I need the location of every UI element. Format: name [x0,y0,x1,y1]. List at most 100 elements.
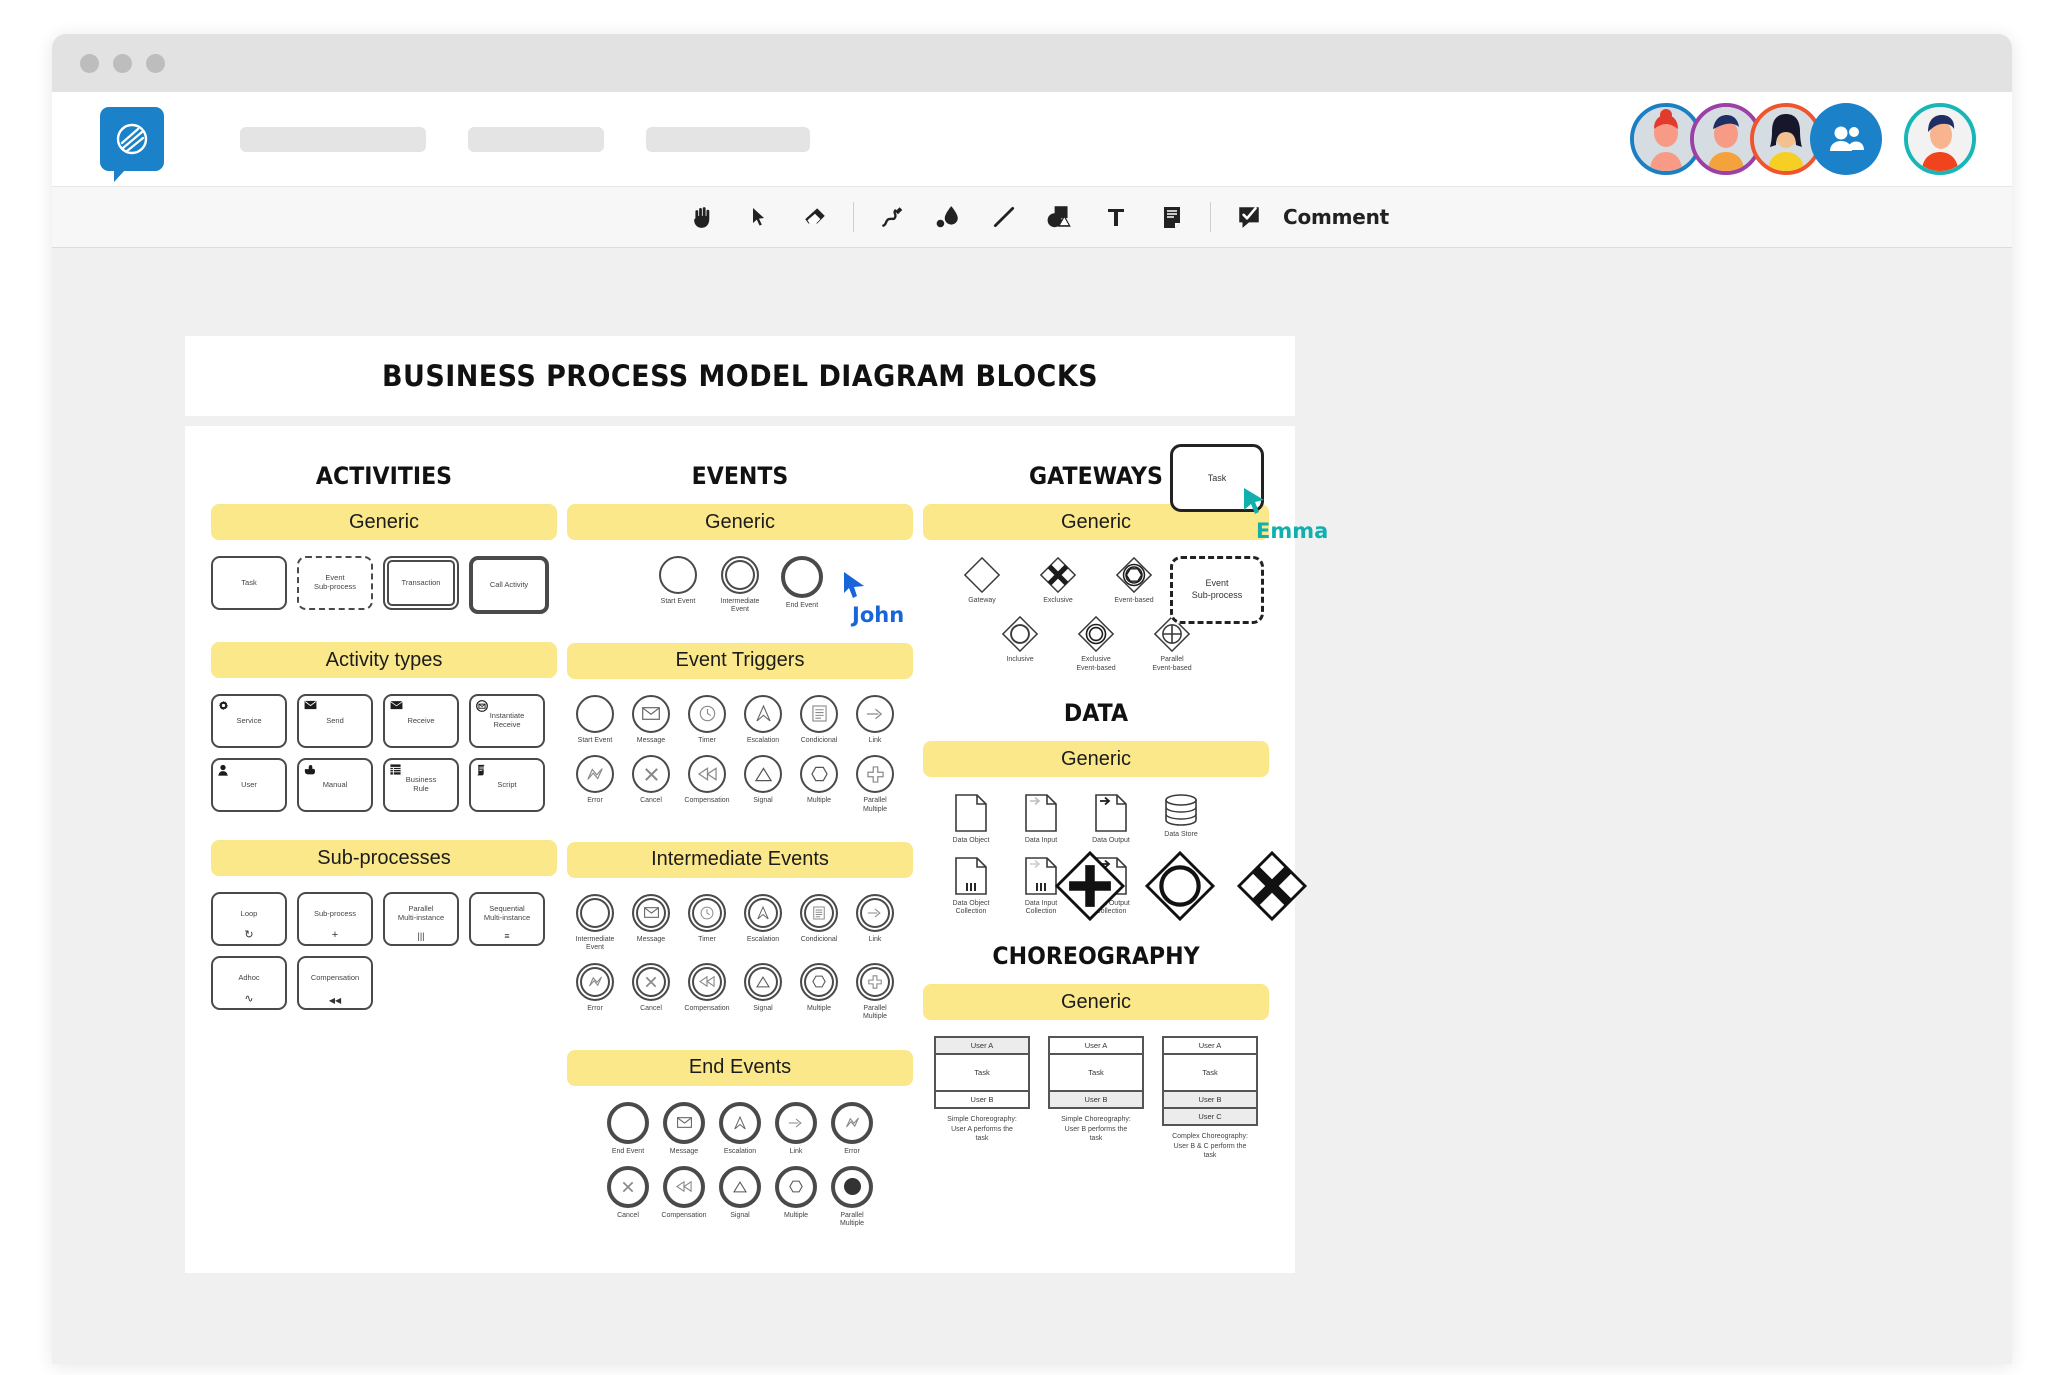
trigger-parallel-multiple[interactable]: Parallel Multiple [847,755,903,814]
intermediate-error[interactable]: Error [567,962,623,1022]
canvas-event-subprocess-shape[interactable]: Event Sub-process [1170,556,1264,624]
trigger-signal[interactable]: Signal [735,755,791,814]
note-tool[interactable] [1144,195,1200,239]
intermediate-parallel-multiple[interactable]: Parallel Multiple [847,962,903,1022]
eraser-tool[interactable] [787,195,843,239]
trigger-compensation[interactable]: Compensation [679,755,735,814]
shape-user-task[interactable]: User [211,758,287,812]
gateway-generic[interactable]: Gateway [946,556,1018,605]
canvas-exclusive-gateway[interactable] [1234,848,1310,929]
toolbar-separator [852,202,854,232]
shape-label: Business Rule [405,775,437,793]
comment-label[interactable]: Comment [1283,205,1389,229]
trigger-start-event[interactable]: Start Event [567,694,623,745]
end-event[interactable]: End Event [600,1101,656,1156]
data-output[interactable]: Data Output [1077,793,1145,845]
shape-compensation[interactable]: Compensation ◀◀ [297,956,373,1010]
shape-subprocess[interactable]: Sub-process + [297,892,373,946]
trigger-cancel[interactable]: Cancel [623,755,679,814]
intermediate-conditional[interactable]: Condicional [791,893,847,953]
marker-icon [936,206,958,228]
nav-placeholder-1[interactable] [240,126,426,152]
shape-business-rule-task[interactable]: Business Rule [383,758,459,812]
shapes-tool[interactable] [1032,195,1088,239]
intermediate-multiple[interactable]: Multiple [791,962,847,1022]
intermediate-signal[interactable]: Signal [735,962,791,1022]
current-user-avatar[interactable] [1904,103,1976,175]
select-tool[interactable] [731,195,787,239]
gateway-exclusive-event-based[interactable]: Exclusive Event-based [1060,615,1132,673]
nav-placeholder-3[interactable] [646,126,810,152]
bpmn-poster[interactable]: BUSINESS PROCESS MODEL DIAGRAM BLOCKS AC… [185,336,1295,1273]
shape-sequential-multi-instance[interactable]: Sequential Multi-instance ≡ [469,892,545,946]
end-escalation[interactable]: Escalation [712,1101,768,1156]
choreography-item[interactable]: User A Task User B Simple Choreography: U… [1042,1036,1150,1160]
end-cancel[interactable]: Cancel [600,1165,656,1229]
choreography-item[interactable]: User A Task User B Simple Choreography: U… [928,1036,1036,1160]
data-store[interactable]: Data Store [1147,793,1215,845]
shape-manual-task[interactable]: Manual [297,758,373,812]
data-input[interactable]: Data Input [1007,793,1075,845]
data-object-collection[interactable]: Data Object Collection [937,856,1005,917]
end-multiple[interactable]: Multiple [768,1165,824,1229]
marker-tool[interactable] [920,195,976,239]
event-end[interactable]: End Event [774,556,830,615]
intermediate-event[interactable]: Intermediate Event [567,893,623,953]
add-people-button[interactable] [1810,103,1882,175]
trigger-timer[interactable]: Timer [679,694,735,745]
shape-transaction[interactable]: Transaction [383,556,459,610]
end-signal[interactable]: Signal [712,1165,768,1229]
shape-task[interactable]: Task [211,556,287,610]
canvas-parallel-gateway[interactable] [1052,848,1128,929]
gateway-inclusive[interactable]: Inclusive [984,615,1056,673]
pen-tool[interactable] [864,195,920,239]
window-minimize-dot[interactable] [113,53,132,73]
intermediate-message[interactable]: Message [623,893,679,953]
shape-parallel-multi-instance[interactable]: Parallel Multi-instance ||| [383,892,459,946]
end-message[interactable]: Message [656,1101,712,1156]
intermediate-timer[interactable]: Timer [679,893,735,953]
gateway-exclusive[interactable]: Exclusive [1022,556,1094,605]
line-tool[interactable] [976,195,1032,239]
shape-loop[interactable]: Loop ↻ [211,892,287,946]
diamond-icon [963,556,1001,594]
gateway-parallel-event-based[interactable]: Parallel Event-based [1136,615,1208,673]
end-parallel-multiple[interactable]: Parallel Multiple [824,1165,880,1229]
comment-tool[interactable] [1221,195,1277,239]
intermediate-link[interactable]: Link [847,893,903,953]
event-subprocess-box[interactable]: Event Sub-process [1170,556,1264,624]
event-intermediate[interactable]: Intermediate Event [712,556,768,615]
text-tool[interactable] [1088,195,1144,239]
trigger-conditional[interactable]: Condicional [791,694,847,745]
end-error[interactable]: Error [824,1101,880,1156]
trigger-link[interactable]: Link [847,694,903,745]
shape-send-task[interactable]: Send [297,694,373,748]
shape-event-subprocess[interactable]: Event Sub-process [297,556,373,610]
shape-call-activity[interactable]: Call Activity [469,556,549,614]
end-compensation[interactable]: Compensation [656,1165,712,1229]
intermediate-compensation[interactable]: Compensation [679,962,735,1022]
data-object[interactable]: Data Object [937,793,1005,845]
nav-placeholder-2[interactable] [468,126,604,152]
whiteboard-canvas[interactable]: BUSINESS PROCESS MODEL DIAGRAM BLOCKS AC… [52,248,2012,1364]
window-maximize-dot[interactable] [146,53,165,73]
trigger-escalation[interactable]: Escalation [735,694,791,745]
hand-tool[interactable] [675,195,731,239]
window-close-dot[interactable] [80,53,99,73]
shape-adhoc[interactable]: Adhoc ∿ [211,956,287,1010]
canvas-event-based-gateway[interactable] [1142,848,1218,929]
app-logo-icon[interactable] [100,107,164,182]
shape-script-task[interactable]: Script [469,758,545,812]
intermediate-escalation[interactable]: Escalation [735,893,791,953]
trigger-message[interactable]: Message [623,694,679,745]
choreography-item[interactable]: User A Task User B User C Complex Choreo… [1156,1036,1264,1160]
shape-instantiate-receive-task[interactable]: Instantiate Receive [469,694,545,748]
shape-service-task[interactable]: Service [211,694,287,748]
end-link[interactable]: Link [768,1101,824,1156]
event-start[interactable]: Start Event [650,556,706,615]
shape-receive-task[interactable]: Receive [383,694,459,748]
trigger-multiple[interactable]: Multiple [791,755,847,814]
trigger-error[interactable]: Error [567,755,623,814]
gateway-event-based[interactable]: Event-based [1098,556,1170,605]
intermediate-cancel[interactable]: Cancel [623,962,679,1022]
